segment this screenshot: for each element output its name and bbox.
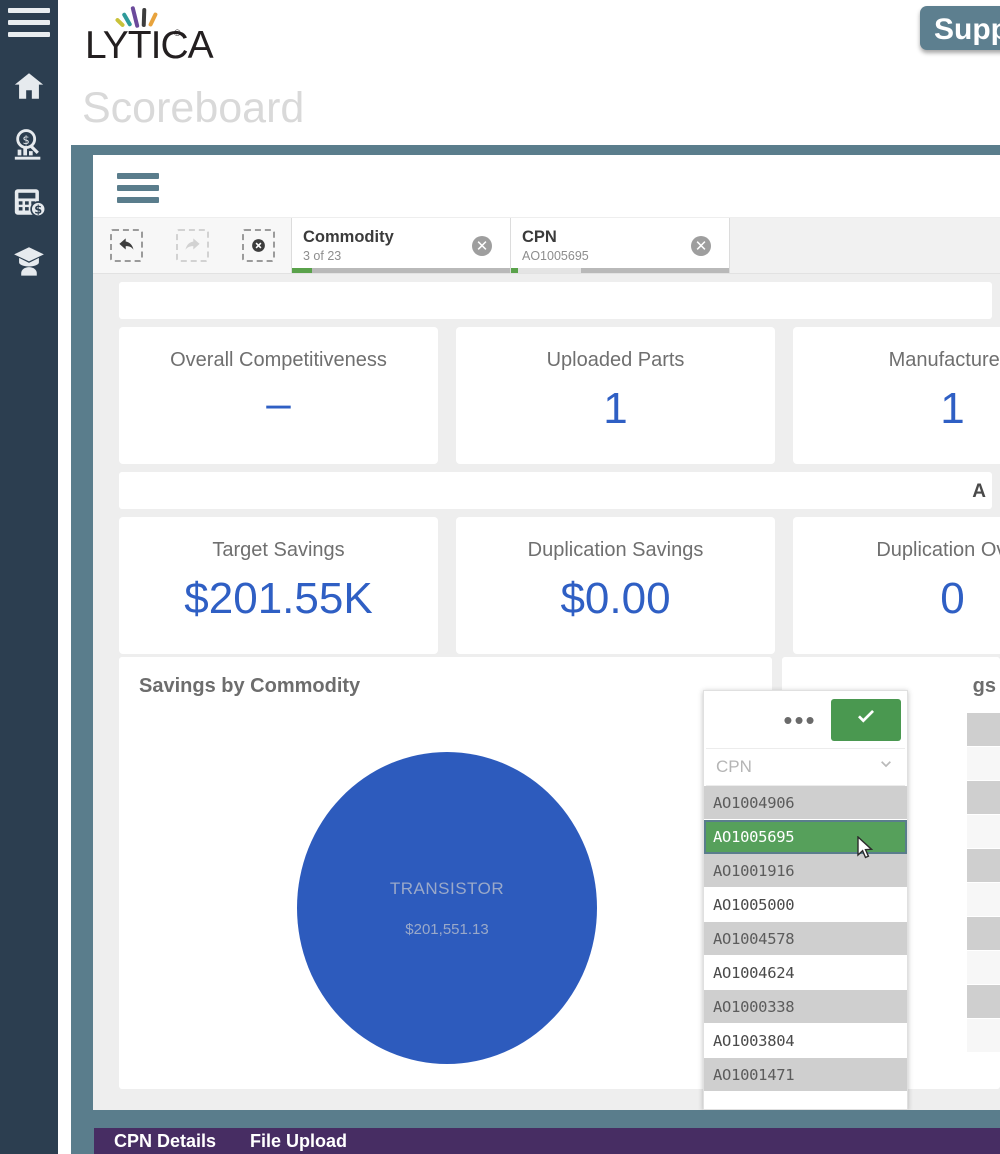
table-row <box>967 815 1000 849</box>
kpi-duplication-overlap[interactable]: Duplication Overl 0 <box>793 517 1000 654</box>
page-title: Scoreboard <box>82 84 304 133</box>
kpi-label: Duplication Savings <box>528 539 704 562</box>
list-item[interactable]: AO1003804 <box>704 1024 907 1058</box>
list-item[interactable]: AO1004578 <box>704 922 907 956</box>
pie-slice-transistor[interactable]: TRANSISTOR $201,551.13 <box>297 752 597 1064</box>
kpi-overall-competitiveness[interactable]: Overall Competitiveness – <box>119 327 438 464</box>
kpi-row-savings: Target Savings $201.55K Duplication Savi… <box>119 517 1000 654</box>
listbox-header: ••• <box>704 691 907 748</box>
listbox-items: AO1004906 AO1005695 AO1001916 AO1005000 … <box>704 786 907 1092</box>
list-item[interactable]: AO1004906 <box>704 786 907 820</box>
kpi-value: 1 <box>603 384 627 434</box>
section-band-middle: A <box>119 472 992 509</box>
listbox-more-options-icon[interactable]: ••• <box>769 711 831 729</box>
list-item[interactable]: AO1000338 <box>704 990 907 1024</box>
kpi-row-primary: Overall Competitiveness – Uploaded Parts… <box>119 327 1000 464</box>
application-window: $ $ <box>0 0 1000 1154</box>
price-analytics-icon: $ <box>11 127 47 166</box>
page-header: LYTICA ® Scoreboard SupplyLens <box>58 0 1000 145</box>
tab-cpn-details[interactable]: CPN Details <box>114 1131 216 1152</box>
right-panel-title-fragment: gs <box>973 675 996 698</box>
kpi-value: 1 <box>940 384 964 434</box>
list-item[interactable]: AO1001916 <box>704 854 907 888</box>
chevron-down-icon[interactable] <box>875 757 897 778</box>
savings-by-commodity-chart[interactable]: Savings by Commodity TRANSISTOR $201,551… <box>119 657 772 1089</box>
checkmark-icon <box>852 705 880 734</box>
right-panel-rows <box>967 713 1000 1089</box>
chip-clear-icon[interactable]: ✕ <box>472 236 492 256</box>
tab-file-upload[interactable]: File Upload <box>250 1131 347 1152</box>
list-item[interactable]: AO1001471 <box>704 1058 907 1092</box>
svg-text:$: $ <box>34 202 42 216</box>
table-row <box>967 747 1000 781</box>
home-icon <box>10 69 48 108</box>
left-sidebar: $ $ <box>0 0 58 1154</box>
kpi-duplication-savings[interactable]: Duplication Savings $0.00 <box>456 517 775 654</box>
table-row <box>967 951 1000 985</box>
listbox-confirm-button[interactable] <box>831 699 901 741</box>
kpi-label: Uploaded Parts <box>547 349 685 372</box>
selections-bar: Commodity 3 of 23 ✕ CPN AO1005695 ✕ <box>93 217 1000 274</box>
sidebar-item-home[interactable] <box>5 62 53 114</box>
chip-clear-icon[interactable]: ✕ <box>691 236 711 256</box>
logo-registered-mark: ® <box>174 28 181 38</box>
listbox-search-field[interactable]: CPN <box>706 748 905 786</box>
supplylens-brand-badge: SupplyLens <box>920 6 1000 50</box>
sidebar-item-price-analytics[interactable]: $ <box>5 120 53 172</box>
sidebar-item-training[interactable] <box>5 236 53 288</box>
graduation-cap-icon <box>10 243 48 282</box>
table-row <box>967 883 1000 917</box>
list-item-selected[interactable]: AO1005695 <box>704 820 907 854</box>
back-arrow-icon <box>110 229 143 262</box>
table-row <box>967 1019 1000 1053</box>
list-item[interactable]: AO1004624 <box>704 956 907 990</box>
pie-slice-value: $201,551.13 <box>405 921 488 938</box>
kpi-value: – <box>266 384 290 424</box>
sidebar-hamburger-menu-icon[interactable] <box>8 8 50 42</box>
kpi-target-savings[interactable]: Target Savings $201.55K <box>119 517 438 654</box>
step-back-button[interactable] <box>93 218 159 273</box>
forward-arrow-icon <box>176 229 209 262</box>
table-row <box>967 985 1000 1019</box>
chart-title: Savings by Commodity <box>139 675 360 698</box>
logo-wordmark: LYTICA <box>85 26 213 65</box>
kpi-value: $0.00 <box>560 574 670 624</box>
kpi-manufacturers[interactable]: Manufacturers 1 <box>793 327 1000 464</box>
app-hamburger-menu-icon[interactable] <box>117 173 159 203</box>
frame-bottom-strip <box>71 1110 1000 1128</box>
table-row <box>967 713 1000 747</box>
kpi-label: Duplication Overl <box>876 539 1000 562</box>
lytica-logo: LYTICA ® <box>85 6 200 68</box>
list-item[interactable]: AO1005000 <box>704 888 907 922</box>
section-band-top <box>119 282 992 319</box>
selections-bar-empty-area <box>729 218 1000 273</box>
listbox-search-placeholder: CPN <box>716 757 875 777</box>
kpi-label: Manufacturers <box>889 349 1000 372</box>
kpi-label: Overall Competitiveness <box>170 349 387 372</box>
table-row <box>967 917 1000 951</box>
table-row <box>967 849 1000 883</box>
mouse-cursor <box>857 836 875 860</box>
selection-chip-commodity[interactable]: Commodity 3 of 23 ✕ <box>291 218 510 273</box>
clear-selections-button[interactable] <box>225 218 291 273</box>
cpn-listbox-popover[interactable]: ••• CPN AO1004906 AO1005695 AO1001916 AO… <box>703 690 908 1110</box>
bottom-tab-bar: CPN Details File Upload <box>94 1128 1000 1154</box>
section-band-label: A <box>972 481 986 503</box>
step-forward-button[interactable] <box>159 218 225 273</box>
kpi-label: Target Savings <box>212 539 344 562</box>
chip-state-bar <box>511 268 729 273</box>
kpi-uploaded-parts[interactable]: Uploaded Parts 1 <box>456 327 775 464</box>
selection-chip-cpn[interactable]: CPN AO1005695 ✕ <box>510 218 729 273</box>
sidebar-item-cost-calculator[interactable]: $ <box>5 178 53 230</box>
table-row <box>967 781 1000 815</box>
pie-slice-label: TRANSISTOR <box>390 879 504 899</box>
clear-circle-icon <box>242 229 275 262</box>
calculator-dollar-icon: $ <box>11 185 47 224</box>
svg-text:$: $ <box>23 133 30 147</box>
app-top-bar <box>93 155 1000 217</box>
chip-state-bar <box>292 268 510 273</box>
kpi-value: 0 <box>940 574 964 624</box>
kpi-value: $201.55K <box>184 574 372 624</box>
